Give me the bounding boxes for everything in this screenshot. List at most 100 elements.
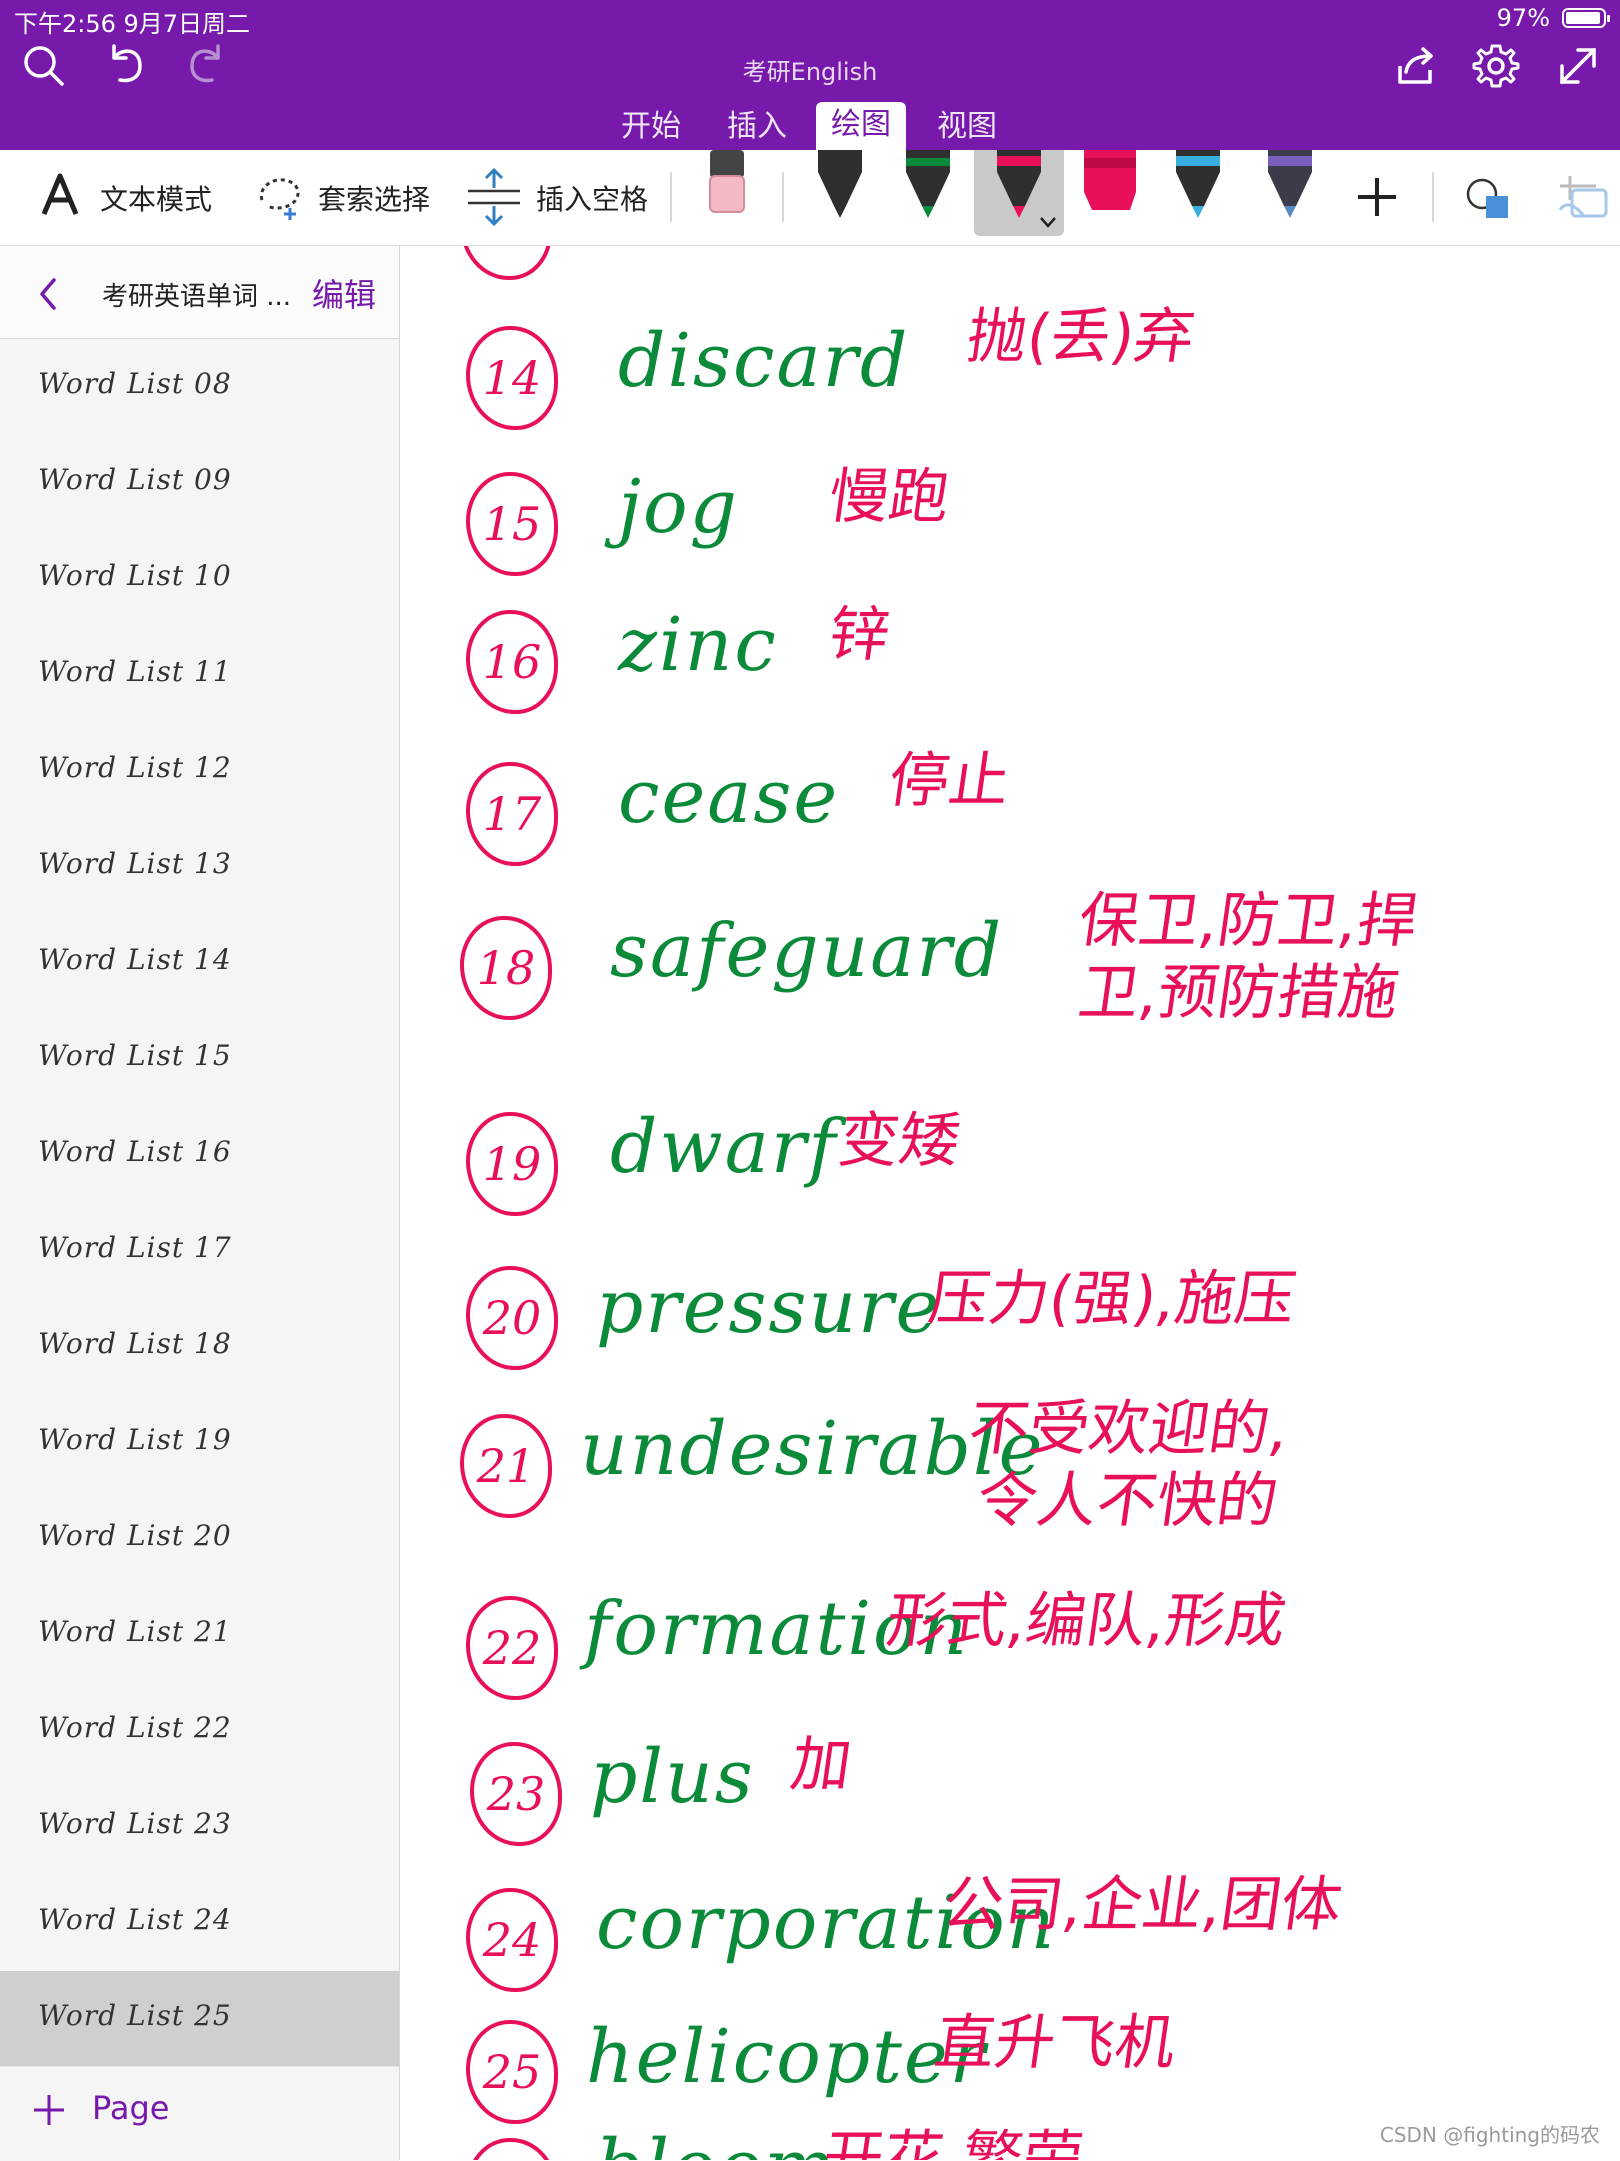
edit-button[interactable]: 编辑 (312, 270, 376, 316)
entry-number: 16 (466, 610, 558, 714)
entry-meaning: 直升飞机 (930, 2008, 1181, 2078)
pen-black-icon[interactable] (812, 150, 868, 220)
page-title: Word List 23 (38, 1807, 232, 1840)
page-item[interactable]: Word List 20 (0, 1491, 399, 1587)
page-item[interactable]: Word List 12 (0, 723, 399, 819)
watermark: CSDN @fighting的码农 (1379, 2123, 1600, 2147)
tab-view[interactable]: 视图 (928, 104, 1006, 150)
pen-pink-icon[interactable] (991, 150, 1047, 220)
entry-meaning: 形式,编队,形成 (882, 1586, 1291, 1656)
entry-word: helicopter (586, 2014, 988, 2100)
page-sidebar: 考研英语单词 ... 编辑 Word List 08 Word List 09 … (0, 246, 400, 2161)
shapes-icon[interactable] (1464, 176, 1516, 222)
add-pen-icon[interactable] (1354, 174, 1400, 220)
entry-word: jog (618, 464, 739, 550)
page-item[interactable]: Word List 10 (0, 531, 399, 627)
page-title: Word List 08 (38, 367, 232, 400)
lasso-select-icon (259, 178, 300, 220)
page-item[interactable]: Word List 19 (0, 1395, 399, 1491)
note-canvas[interactable]: 14 discard 抛(丢)弃 15 jog 慢跑 16 zinc 锌 17 … (400, 246, 1620, 2160)
entry-number: 19 (466, 1112, 558, 1216)
insert-space-button[interactable]: 插入空格 (536, 178, 648, 218)
eraser-icon[interactable] (702, 150, 752, 220)
entry-word: zinc (618, 602, 778, 688)
ink-to-shape-icon[interactable] (1556, 170, 1620, 226)
page-item[interactable]: Word List 13 (0, 819, 399, 915)
plus-icon (34, 2095, 64, 2125)
text-mode-icon (41, 173, 79, 215)
page-item[interactable]: Word List 11 (0, 627, 399, 723)
entry-number: 20 (466, 1266, 558, 1370)
page-item[interactable]: Word List 16 (0, 1107, 399, 1203)
entry-word: plus (590, 1734, 755, 1820)
entry-number: 22 (466, 1596, 558, 1700)
page-item[interactable]: Word List 08 (0, 339, 399, 435)
page-title: Word List 25 (38, 1999, 232, 2032)
entry-meaning-continued: 令人不快的 (972, 1466, 1283, 1536)
entry-meaning: 慢跑 (824, 462, 955, 532)
add-page-label: Page (92, 2089, 170, 2127)
entry-number: 24 (466, 1888, 558, 1992)
add-page-button[interactable]: Page (0, 2066, 399, 2161)
page-item[interactable]: Word List 22 (0, 1683, 399, 1779)
gear-icon[interactable] (1470, 40, 1522, 92)
toolbar-divider (782, 172, 784, 222)
pen-blue-icon[interactable] (1170, 150, 1226, 220)
page-title: Word List 19 (38, 1423, 232, 1456)
tab-insert[interactable]: 插入 (718, 104, 796, 150)
page-title: Word List 18 (38, 1327, 232, 1360)
page-item-selected[interactable]: Word List 25 (0, 1971, 399, 2067)
entry-number: 17 (466, 762, 558, 866)
page-title: Word List 16 (38, 1135, 232, 1168)
page-title: Word List 24 (38, 1903, 232, 1936)
tab-draw[interactable]: 绘图 (816, 102, 906, 150)
entry-meaning: 加 (786, 1730, 857, 1800)
pen-galaxy-icon[interactable] (1262, 150, 1318, 220)
draw-toolbar: 文本模式 套索选择 插入空格 (0, 150, 1620, 246)
highlighter-pink-icon[interactable] (1080, 150, 1140, 220)
tab-home[interactable]: 开始 (612, 104, 690, 150)
document-title: 考研English (742, 58, 878, 86)
page-item[interactable]: Word List 23 (0, 1779, 399, 1875)
toolbar-divider (670, 172, 672, 222)
text-mode-button[interactable]: 文本模式 (100, 178, 212, 218)
page-title: Word List 22 (38, 1711, 232, 1744)
entry-number: 23 (470, 1742, 562, 1846)
battery-percent: 97% (1496, 4, 1550, 32)
entry-meaning: 开花 繁荣 (818, 2124, 1088, 2160)
entry-meaning: 公司,企业,团体 (938, 1870, 1347, 1940)
page-item[interactable]: Word List 15 (0, 1011, 399, 1107)
section-name: 考研英语单词 ... (102, 282, 292, 312)
entry-number: 25 (466, 2020, 558, 2124)
lasso-select-button[interactable]: 套索选择 (318, 178, 430, 218)
share-icon[interactable] (1390, 40, 1442, 92)
entry-number: 14 (466, 326, 558, 430)
chevron-down-icon[interactable] (1038, 214, 1058, 230)
entry-word: bloom (596, 2124, 836, 2160)
page-item[interactable]: Word List 24 (0, 1875, 399, 1971)
status-time: 下午2:56 9月7日周二 (14, 10, 251, 38)
pen-green-icon[interactable] (900, 150, 956, 220)
page-item[interactable]: Word List 21 (0, 1587, 399, 1683)
entry-word: dwarf (610, 1104, 838, 1190)
toolbar-divider (1432, 172, 1434, 222)
sidebar-header: 考研英语单词 ... 编辑 (0, 246, 399, 339)
page-item[interactable]: Word List 14 (0, 915, 399, 1011)
entry-meaning: 锌 (824, 600, 895, 670)
entry-meaning: 停止 (884, 746, 1015, 816)
page-title: Word List 21 (38, 1615, 232, 1648)
fullscreen-icon[interactable] (1552, 40, 1604, 92)
back-chevron-icon[interactable] (36, 274, 60, 314)
page-item[interactable]: Word List 17 (0, 1203, 399, 1299)
page-title: Word List 11 (38, 655, 232, 688)
page-item[interactable]: Word List 09 (0, 435, 399, 531)
entry-word: discard (618, 318, 910, 404)
entry-meaning: 抛(丢)弃 (962, 302, 1199, 372)
entry-word: pressure (596, 1264, 942, 1350)
page-title: Word List 13 (38, 847, 232, 880)
entry-number: 15 (466, 472, 558, 576)
page-title: Word List 14 (38, 943, 232, 976)
page-title: Word List 17 (38, 1231, 232, 1264)
page-item[interactable]: Word List 18 (0, 1299, 399, 1395)
entry-number-partial (460, 246, 552, 280)
